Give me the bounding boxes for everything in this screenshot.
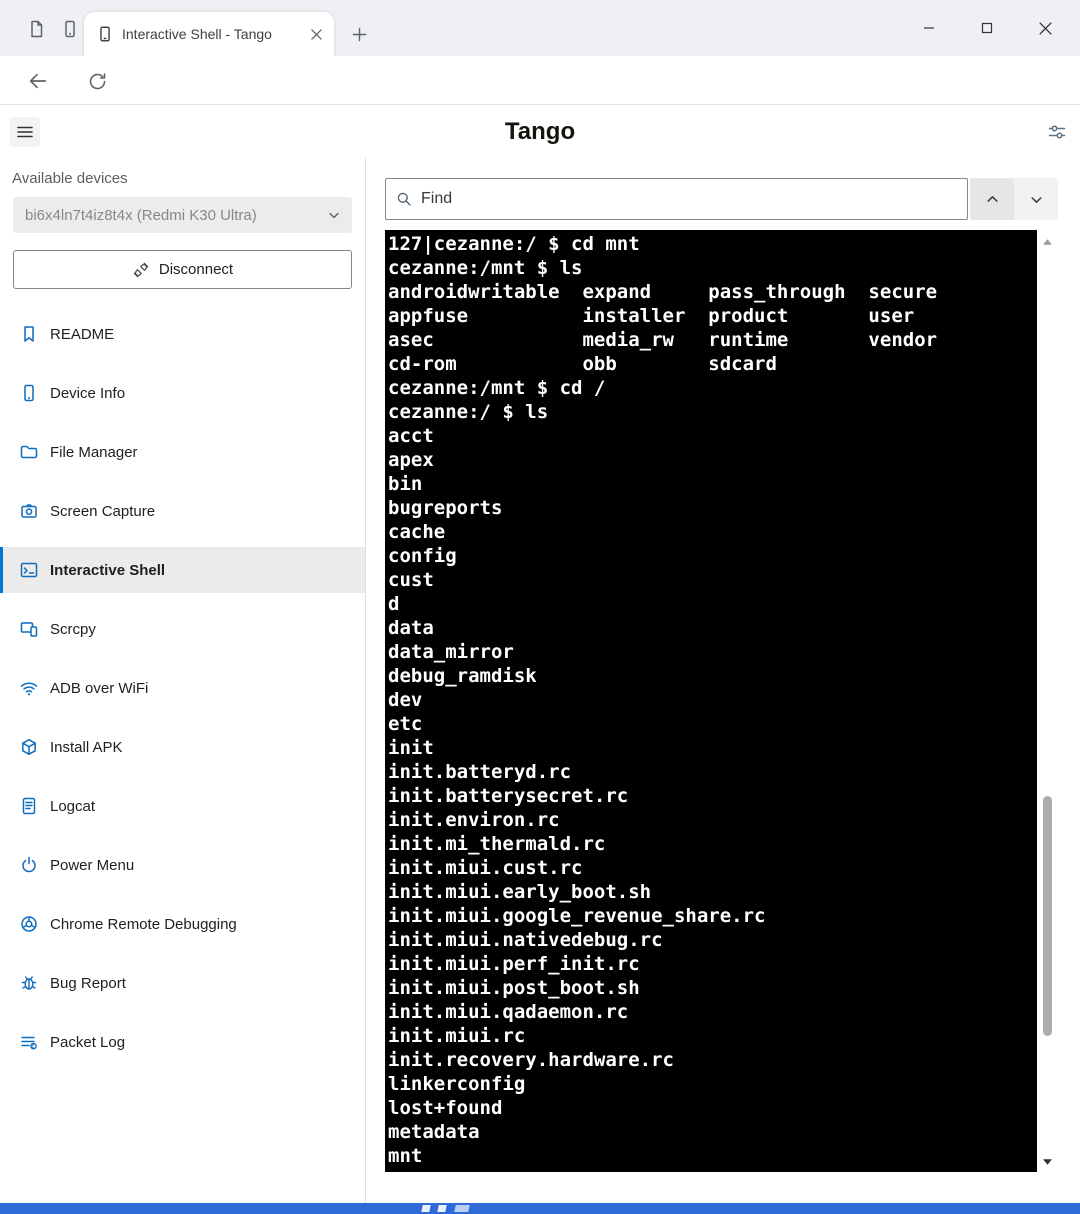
settings-button[interactable] xyxy=(1046,121,1068,143)
app-header: Tango xyxy=(0,105,1080,158)
scrollbar-thumb[interactable] xyxy=(1043,796,1052,1036)
sidebar-item-label: README xyxy=(50,325,115,343)
sidebar-item-label: Chrome Remote Debugging xyxy=(50,915,237,933)
device-select-value: bi6x4ln7t4iz8t4x (Redmi K30 Ultra) xyxy=(25,206,257,224)
sidebar-item-device-info[interactable]: Device Info xyxy=(0,370,365,416)
taskbar-fragment xyxy=(454,1205,470,1212)
pinned-tab-icon xyxy=(60,19,80,39)
scroll-down-icon xyxy=(1043,1159,1052,1165)
sidebar-item-adb-over-wifi[interactable]: ADB over WiFi xyxy=(0,665,365,711)
sidebar-item-bug-report[interactable]: Bug Report xyxy=(0,960,365,1006)
document-log-icon xyxy=(19,796,39,816)
sidebar-item-label: Install APK xyxy=(50,738,123,756)
package-icon xyxy=(19,737,39,757)
settings-icon xyxy=(1048,125,1066,139)
disconnect-label: Disconnect xyxy=(158,261,234,278)
menu-icon xyxy=(17,126,33,138)
sidebar-item-label: ADB over WiFi xyxy=(50,679,149,697)
find-field[interactable] xyxy=(385,178,968,220)
main-content: 127|cezanne:/ $ cd mnt cezanne:/mnt $ ls… xyxy=(366,158,1080,1203)
tab-actions-button[interactable] xyxy=(24,17,48,41)
tab-actions-icon xyxy=(26,19,46,39)
tab-title: Interactive Shell - Tango xyxy=(122,26,272,42)
terminal-area: 127|cezanne:/ $ cd mnt cezanne:/mnt $ ls… xyxy=(385,230,1058,1172)
menu-button[interactable] xyxy=(10,117,40,147)
bug-icon xyxy=(19,973,39,993)
chevron-down-icon xyxy=(1030,196,1042,203)
chevron-up-icon xyxy=(986,195,998,202)
packet-log-icon xyxy=(19,1032,39,1052)
terminal-output: 127|cezanne:/ $ cd mnt cezanne:/mnt $ ls… xyxy=(388,233,938,1167)
sidebar-item-packet-log[interactable]: Packet Log xyxy=(0,1019,365,1065)
sidebar-item-label: Bug Report xyxy=(50,974,126,992)
device-select[interactable]: bi6x4ln7t4iz8t4x (Redmi K30 Ultra) xyxy=(13,197,352,233)
find-row xyxy=(385,178,1058,220)
sidebar-item-label: Scrcpy xyxy=(50,620,96,638)
screen-mirror-icon xyxy=(19,619,39,639)
new-tab-button[interactable] xyxy=(346,21,372,47)
sidebar-item-screen-capture[interactable]: Screen Capture xyxy=(0,488,365,534)
taskbar-fragment xyxy=(421,1205,431,1212)
sidebar-item-install-apk[interactable]: Install APK xyxy=(0,724,365,770)
window-controls xyxy=(900,2,1074,54)
page-title: Tango xyxy=(504,118,576,145)
scroll-down-button[interactable] xyxy=(1037,1154,1058,1170)
back-button[interactable] xyxy=(25,68,51,94)
sidebar-item-power-menu[interactable]: Power Menu xyxy=(0,842,365,888)
chrome-icon xyxy=(19,914,39,934)
scroll-up-button[interactable] xyxy=(1037,234,1058,250)
taskbar xyxy=(0,1203,1080,1214)
browser-window: Interactive Shell - Tango Tango Availabl… xyxy=(0,0,1080,1214)
terminal[interactable]: 127|cezanne:/ $ cd mnt cezanne:/mnt $ ls… xyxy=(385,230,1037,1172)
tab-strip: Interactive Shell - Tango xyxy=(0,0,1080,56)
sidebar-item-chrome-remote-debugging[interactable]: Chrome Remote Debugging xyxy=(0,901,365,947)
disconnect-button[interactable]: Disconnect xyxy=(13,250,352,289)
bookmark-icon xyxy=(19,324,39,344)
close-window-button[interactable] xyxy=(1016,2,1074,54)
sidebar-item-logcat[interactable]: Logcat xyxy=(0,783,365,829)
pinned-tab-button[interactable] xyxy=(58,17,82,41)
camera-icon xyxy=(19,501,39,521)
browser-navbar: https://yume-chan.github.io/ya-webadb/sh… xyxy=(0,56,1080,154)
disconnect-icon xyxy=(132,261,150,279)
find-input[interactable] xyxy=(421,190,957,208)
search-icon xyxy=(397,192,411,206)
minimize-button[interactable] xyxy=(900,2,958,54)
find-previous-button[interactable] xyxy=(970,178,1014,220)
wifi-icon xyxy=(19,678,39,698)
sidebar-item-label: Power Menu xyxy=(50,856,135,874)
sidebar-item-label: Logcat xyxy=(50,797,96,815)
terminal-scrollbar[interactable] xyxy=(1037,230,1058,1172)
refresh-button[interactable] xyxy=(84,68,110,94)
browser-tab[interactable]: Interactive Shell - Tango xyxy=(84,12,334,56)
folder-icon xyxy=(19,442,39,462)
scroll-up-icon xyxy=(1043,239,1052,245)
sidebar-item-label: Packet Log xyxy=(50,1033,126,1051)
sidebar-item-file-manager[interactable]: File Manager xyxy=(0,429,365,475)
sidebar: Available devices bi6x4ln7t4iz8t4x (Redm… xyxy=(0,158,366,1203)
sidebar-item-interactive-shell[interactable]: Interactive Shell xyxy=(0,547,365,593)
terminal-icon xyxy=(19,560,39,580)
tab-close-button[interactable] xyxy=(306,24,326,44)
sidebar-item-label: Interactive Shell xyxy=(50,561,166,579)
sidebar-item-label: File Manager xyxy=(50,443,138,461)
maximize-button[interactable] xyxy=(958,2,1016,54)
taskbar-fragment xyxy=(437,1205,447,1212)
phone-icon xyxy=(19,383,39,403)
sidebar-nav: README Device Info File Manager Screen C… xyxy=(0,311,365,1065)
available-devices-label: Available devices xyxy=(12,170,128,187)
sidebar-item-scrcpy[interactable]: Scrcpy xyxy=(0,606,365,652)
find-nav-group xyxy=(970,178,1058,220)
sidebar-item-label: Screen Capture xyxy=(50,502,156,520)
chevron-down-icon xyxy=(328,209,340,221)
sidebar-item-label: Device Info xyxy=(50,384,126,402)
find-next-button[interactable] xyxy=(1014,178,1058,220)
sidebar-item-readme[interactable]: README xyxy=(0,311,365,357)
power-icon xyxy=(19,855,39,875)
tab-favicon-icon xyxy=(96,25,114,43)
